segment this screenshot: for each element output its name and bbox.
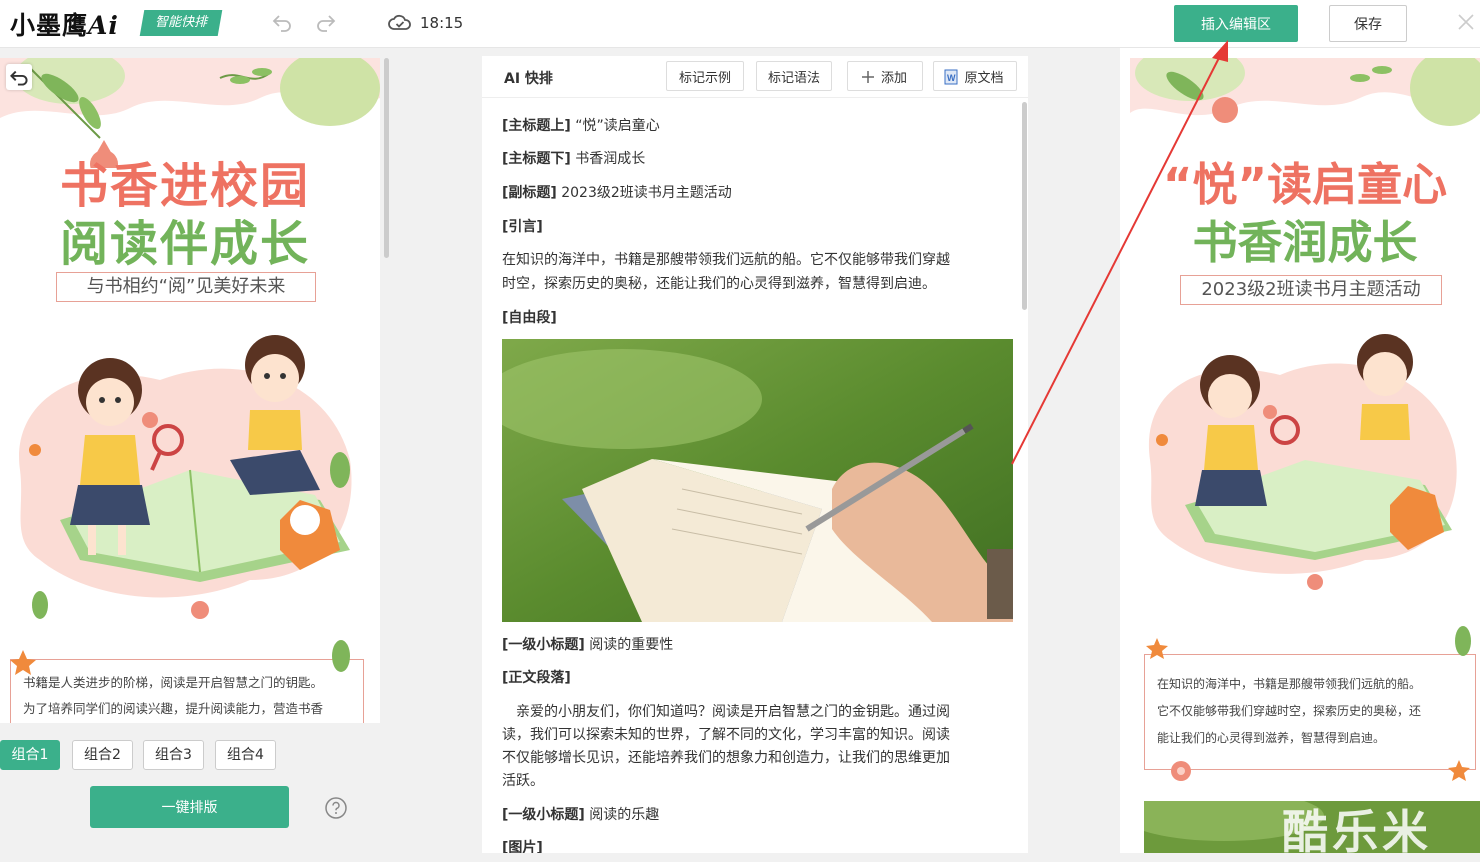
writing-notebook-photo [502, 339, 1013, 622]
insert-to-editor-button[interactable]: 插入编辑区 [1174, 5, 1298, 42]
leaf-decoration [1455, 626, 1471, 656]
original-document-button[interactable]: W 原文档 [933, 61, 1017, 91]
result-intro-paragraph: 在知识的海洋中，书籍是那艘带领我们远航的船。 它不仅能够带我们穿越时空，探索历史… [1144, 654, 1476, 770]
intro-text-line: 在知识的海洋中，书籍是那艘带领我们远航的船。它不仅能够带我们穿越 [502, 252, 950, 268]
cloud-saved-icon [388, 14, 411, 30]
paragraph-line: 能让我们的心灵得到滋养，智慧得到启迪。 [1157, 731, 1386, 745]
word-document-icon: W [944, 69, 958, 85]
children-reading-illustration [19, 335, 352, 619]
children-reading-illustration [1148, 334, 1457, 590]
main-title-bottom-line: [主标题下] 书香润成长 [502, 151, 646, 167]
poster-title-line2: 阅读伴成长 [59, 216, 310, 272]
app-logo: 小墨鹰Ai [10, 11, 119, 40]
poster-subtitle: 与书相约“阅”见美好未来 [56, 272, 316, 302]
left-scrollbar[interactable] [384, 58, 389, 258]
close-icon[interactable] [1456, 12, 1476, 32]
svg-text:W: W [947, 73, 956, 83]
tab-combo-4[interactable]: 组合4 [215, 740, 276, 770]
star-flower-decoration [10, 650, 36, 675]
mark-example-button[interactable]: 标记示例 [666, 61, 744, 91]
body-text-line: 不仅能够增长见识，还能培养我们的想象力和创造力，让我们的思维更加 [502, 750, 950, 766]
add-button[interactable]: 添加 [847, 61, 923, 91]
image-tag-line: [图片] [502, 840, 543, 853]
leaf-decoration [332, 640, 350, 672]
body-text-line: 读，我们可以探索未知的世界，了解不同的文化，学习丰富的知识。阅读 [502, 727, 950, 743]
paragraph-line: 为了培养同学们的阅读兴趣，提升阅读能力，营造书香 [23, 701, 324, 716]
star-flower-decoration [1448, 760, 1470, 781]
tab-combo-1[interactable]: 组合1 [0, 740, 60, 770]
original-label: 原文档 [964, 69, 1004, 85]
watermark-text: 酷乐米 [1282, 805, 1432, 859]
free-paragraph-tag-line: [自由段] [502, 310, 557, 326]
body-text-line: 亲爱的小朋友们，你们知道吗？阅读是开启智慧之门的金钥匙。通过阅 [502, 704, 950, 720]
intro-text-line: 时空，探索历史的奥秘，还能让我们的心灵得到滋养，智慧得到启迪。 [502, 276, 936, 292]
star-flower-decoration [1146, 638, 1168, 659]
plus-icon [862, 71, 874, 83]
poster-intro-paragraph: 书籍是人类进步的阶梯，阅读是开启智慧之门的钥匙。 为了培养同学们的阅读兴趣，提升… [10, 659, 364, 723]
back-button[interactable] [6, 64, 32, 90]
body-paragraph-tag-line: [正文段落] [502, 670, 571, 686]
editor-toolbar: AI 快排 标记示例 标记语法 添加 W 原文档 [482, 56, 1028, 98]
paragraph-line: 书籍是人类进步的阶梯，阅读是开启智慧之门的钥匙。 [23, 675, 324, 690]
ai-quick-layout-panel: AI 快排 标记示例 标记语法 添加 W 原文档 [主标题上] “悦”读启童心 … [482, 56, 1028, 853]
result-preview-panel: “悦”读启童心 书香润成长 2023级2班读书月主题活动 在知识的海洋中，书籍是… [1120, 48, 1480, 853]
smart-layout-badge: 智能快排 [139, 10, 223, 36]
mark-syntax-button[interactable]: 标记语法 [756, 61, 832, 91]
result-title-line2: 书香润成长 [1192, 216, 1418, 269]
floral-header-decoration [1130, 58, 1480, 126]
save-button[interactable]: 保存 [1329, 5, 1407, 42]
result-preview-content: “悦”读启童心 书香润成长 2023级2班读书月主题活动 在知识的海洋中，书籍是… [1130, 58, 1480, 853]
result-subtitle: 2023级2班读书月主题活动 [1180, 275, 1442, 305]
redo-icon[interactable] [314, 10, 338, 34]
undo-icon[interactable] [270, 10, 294, 34]
layout-controls: 组合1 组合2 组合3 组合4 一键排版 [0, 723, 390, 853]
return-icon [10, 70, 28, 86]
editor-scrollbar[interactable] [1022, 102, 1027, 310]
top-bar: 小墨鹰Ai 智能快排 18:15 插入编辑区 保存 [0, 0, 1480, 48]
body-text-line: 活跃。 [502, 773, 544, 789]
add-label: 添加 [880, 69, 907, 85]
template-preview-panel: 书香进校园 阅读伴成长 与书相约“阅”见美好未来 书籍是人类进步的阶梯，阅读是开… [0, 58, 380, 723]
flower-decoration [1171, 761, 1191, 781]
heading-level1-line: [一级小标题] 阅读的重要性 [502, 637, 674, 653]
result-title-line1: “悦”读启童心 [1162, 158, 1448, 211]
intro-tag-line: [引言] [502, 219, 543, 235]
panel-title: AI 快排 [504, 71, 553, 87]
tab-combo-3[interactable]: 组合3 [143, 740, 204, 770]
help-icon[interactable] [324, 796, 348, 820]
paragraph-line: 它不仅能够带我们穿越时空，探索历史的奥秘，还 [1157, 704, 1422, 718]
heading-level1-line: [一级小标题] 阅读的乐趣 [502, 807, 660, 823]
main-title-top-line: [主标题上] “悦”读启童心 [502, 118, 660, 134]
subtitle-line: [副标题] 2023级2班读书月主题活动 [502, 185, 732, 201]
save-time: 18:15 [420, 14, 464, 32]
one-key-layout-button[interactable]: 一键排版 [90, 786, 289, 828]
paragraph-line: 在知识的海洋中，书籍是那艘带领我们远航的船。 [1157, 677, 1422, 691]
tab-combo-2[interactable]: 组合2 [72, 740, 133, 770]
